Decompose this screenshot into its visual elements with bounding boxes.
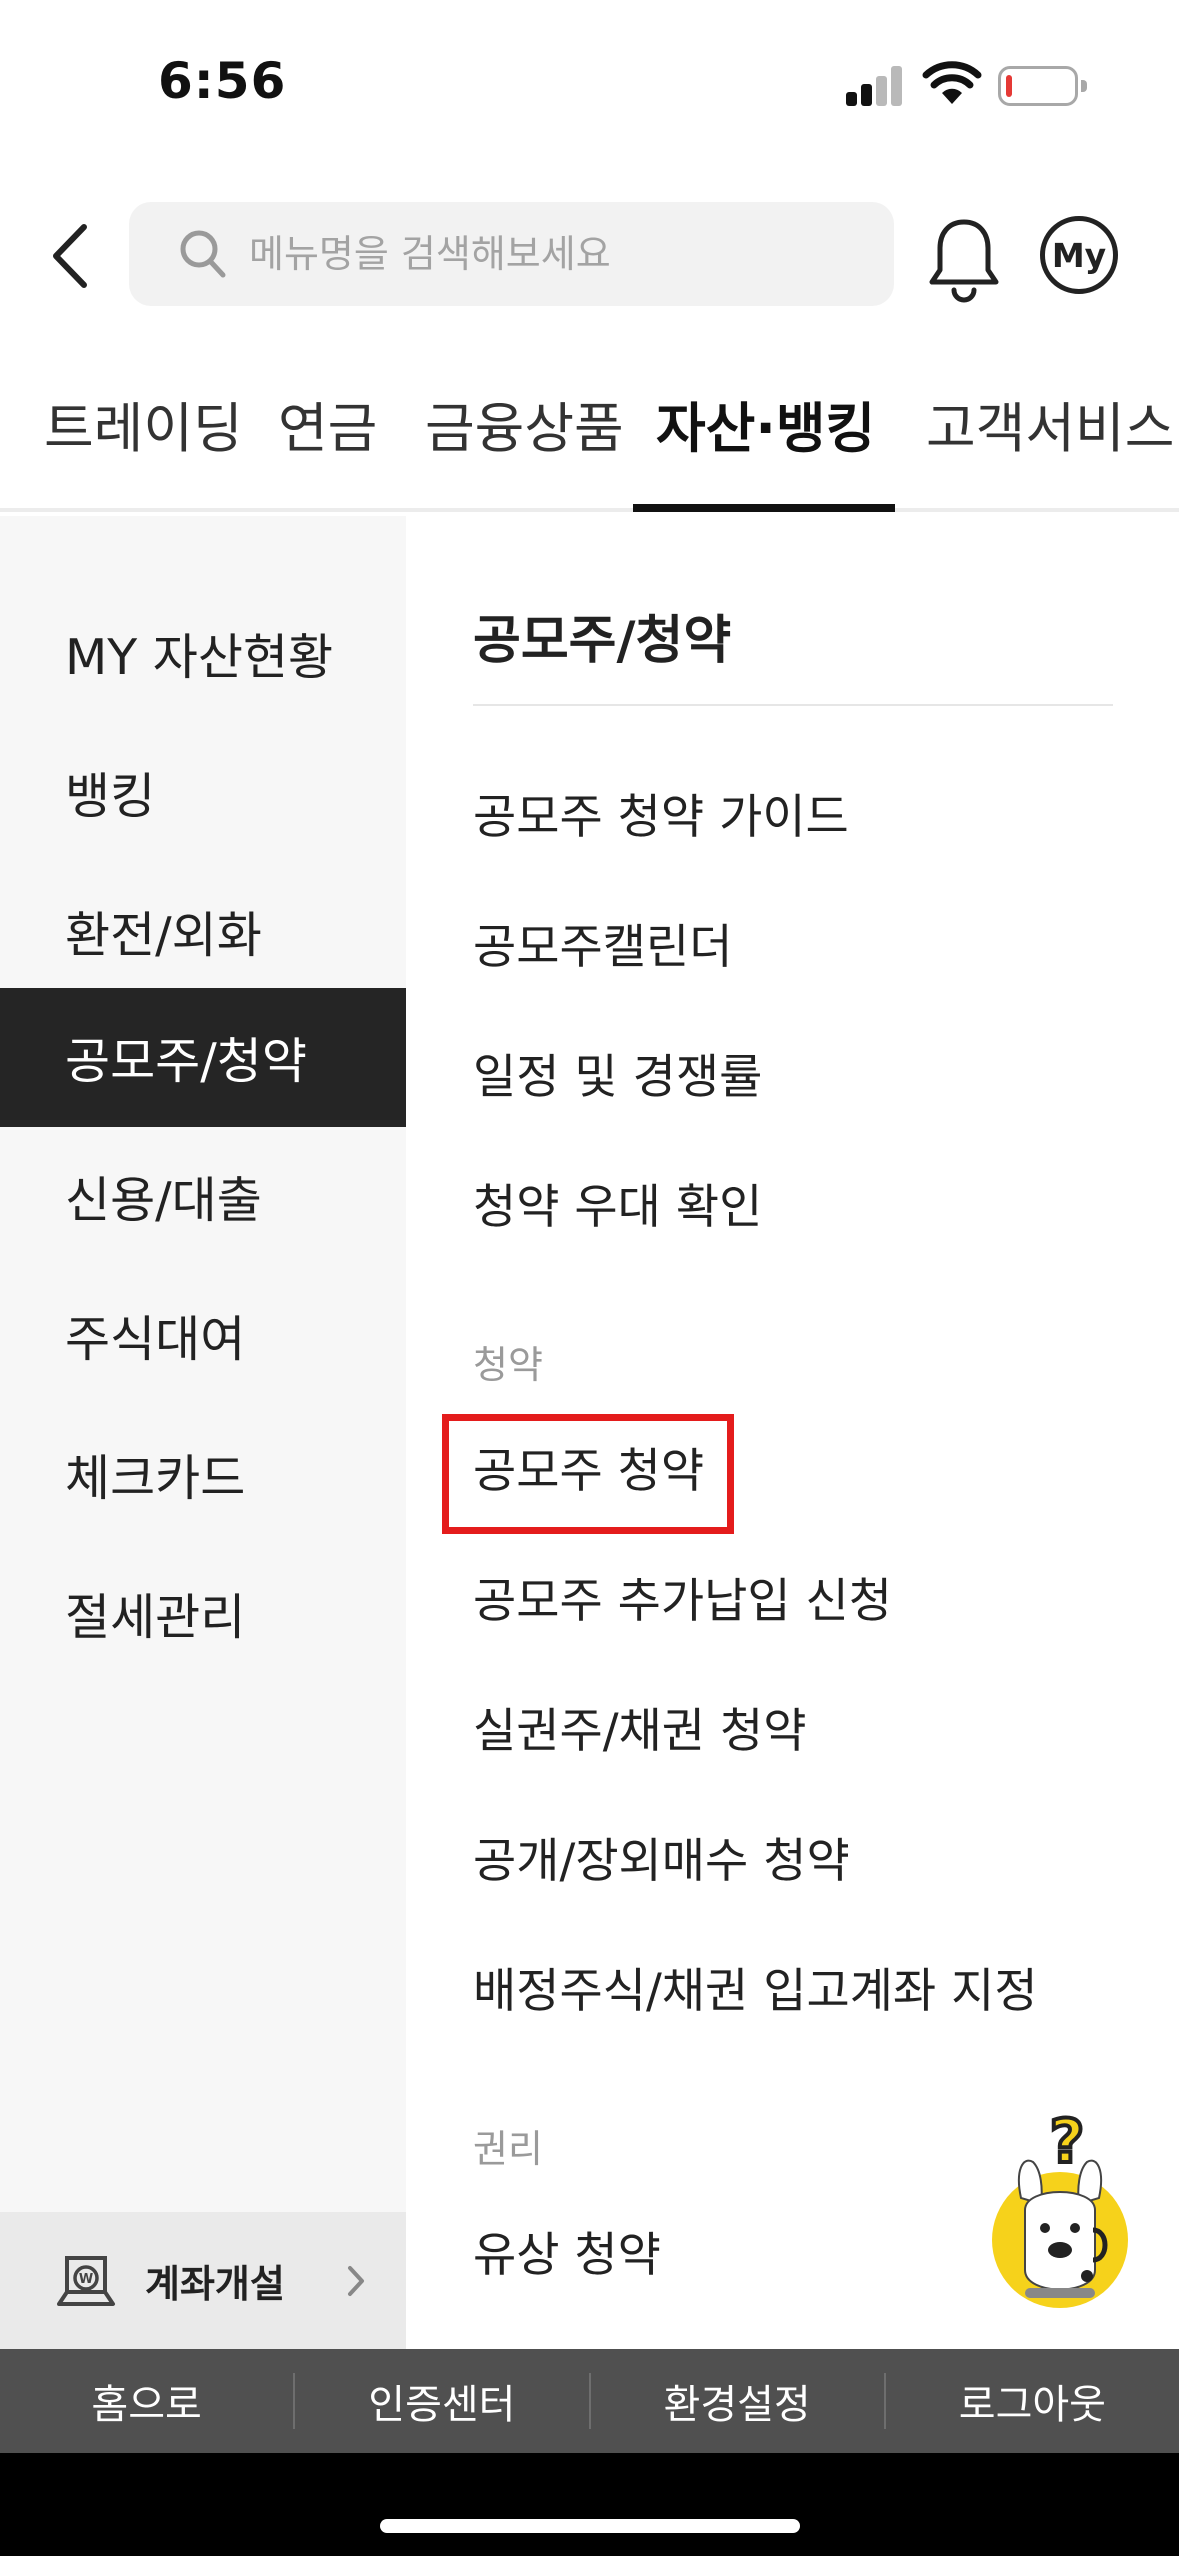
header: My <box>0 190 1179 320</box>
menu-item-ipo-guide[interactable]: 공모주 청약 가이드 <box>473 778 849 847</box>
group-label-rights: 권리 <box>473 2127 543 2171</box>
submenu-panel: 공모주/청약 공모주 청약 가이드 공모주캘린더 일정 및 경쟁률 청약 우대 … <box>406 516 1179 2349</box>
home-indicator-area <box>0 2453 1179 2556</box>
wifi-icon <box>922 61 982 104</box>
chevron-right-icon <box>348 2266 364 2296</box>
menu-item-ipo-calendar[interactable]: 공모주캘린더 <box>473 908 732 977</box>
battery-icon <box>998 66 1087 106</box>
sidebar-item-ipo-subscription[interactable]: 공모주/청약 <box>0 988 406 1127</box>
tab-customer-service[interactable]: 고객서비스 <box>926 384 1174 463</box>
menu-item-subscription-benefit[interactable]: 청약 우대 확인 <box>473 1168 762 1237</box>
menu-item-tender-offer[interactable]: 공개/장외매수 청약 <box>473 1822 850 1891</box>
top-tabs: 트레이딩 연금 금융상품 자산·뱅킹 고객서비스 <box>0 360 1179 512</box>
tab-trading[interactable]: 트레이딩 <box>44 384 243 463</box>
category-sidebar: MY 자산현황 뱅킹 환전/외화 공모주/청약 신용/대출 주식대여 체크카드 … <box>0 516 406 2349</box>
account-open-icon: W <box>57 2255 115 2306</box>
home-indicator[interactable] <box>380 2519 800 2533</box>
sidebar-item-exchange[interactable]: 환전/외화 <box>0 862 406 1001</box>
section-title: 공모주/청약 <box>473 611 732 671</box>
account-open-button[interactable]: W 계좌개설 <box>0 2212 406 2349</box>
svg-text:?: ? <box>1050 2107 1085 2177</box>
sidebar-item-check-card[interactable]: 체크카드 <box>0 1405 406 1544</box>
search-bar[interactable] <box>129 202 894 306</box>
menu-item-rights-offering[interactable]: 유상 청약 <box>473 2216 661 2285</box>
menu-item-schedule-competition[interactable]: 일정 및 경쟁률 <box>473 1038 762 1107</box>
sidebar-item-stock-lending[interactable]: 주식대여 <box>0 1266 406 1405</box>
chatbot-mascot-button[interactable]: ? <box>985 2100 1135 2310</box>
cellular-signal-icon <box>846 66 902 106</box>
notification-button[interactable] <box>924 214 1004 304</box>
sidebar-item-banking[interactable]: 뱅킹 <box>0 723 406 862</box>
divider <box>473 704 1113 706</box>
sidebar-item-my-assets[interactable]: MY 자산현황 <box>0 584 406 723</box>
my-page-button[interactable]: My <box>1040 216 1118 294</box>
status-bar: 6:56 <box>0 0 1179 170</box>
account-open-label: 계좌개설 <box>145 2262 285 2306</box>
menu-item-deposit-account[interactable]: 배정주식/채권 입고계좌 지정 <box>473 1952 1038 2021</box>
group-label-subscription: 청약 <box>473 1343 543 1387</box>
active-tab-indicator <box>633 504 895 512</box>
status-time: 6:56 <box>158 52 287 110</box>
highlight-box <box>442 1414 734 1534</box>
svg-text:W: W <box>79 2272 93 2287</box>
tab-financial-products[interactable]: 금융상품 <box>425 384 624 463</box>
chevron-left-icon <box>53 224 87 288</box>
back-button[interactable] <box>40 216 100 296</box>
certification-center-button[interactable]: 인증센터 <box>295 2349 588 2453</box>
bottom-bar: 홈으로 인증센터 환경설정 로그아웃 <box>0 2349 1179 2453</box>
bell-icon <box>929 219 999 303</box>
tab-assets-banking[interactable]: 자산·뱅킹 <box>656 384 875 463</box>
logout-button[interactable]: 로그아웃 <box>886 2349 1179 2453</box>
tab-pension[interactable]: 연금 <box>278 384 377 463</box>
sidebar-item-tax-management[interactable]: 절세관리 <box>0 1544 406 1683</box>
search-input[interactable] <box>249 232 849 276</box>
menu-item-forfeited-bond[interactable]: 실권주/채권 청약 <box>473 1692 806 1761</box>
sidebar-item-credit-loan[interactable]: 신용/대출 <box>0 1127 406 1266</box>
menu-item-additional-payment[interactable]: 공모주 추가납입 신청 <box>473 1562 892 1631</box>
battery-level <box>1006 75 1012 97</box>
home-button[interactable]: 홈으로 <box>0 2349 293 2453</box>
search-icon <box>180 230 226 278</box>
settings-button[interactable]: 환경설정 <box>591 2349 884 2453</box>
